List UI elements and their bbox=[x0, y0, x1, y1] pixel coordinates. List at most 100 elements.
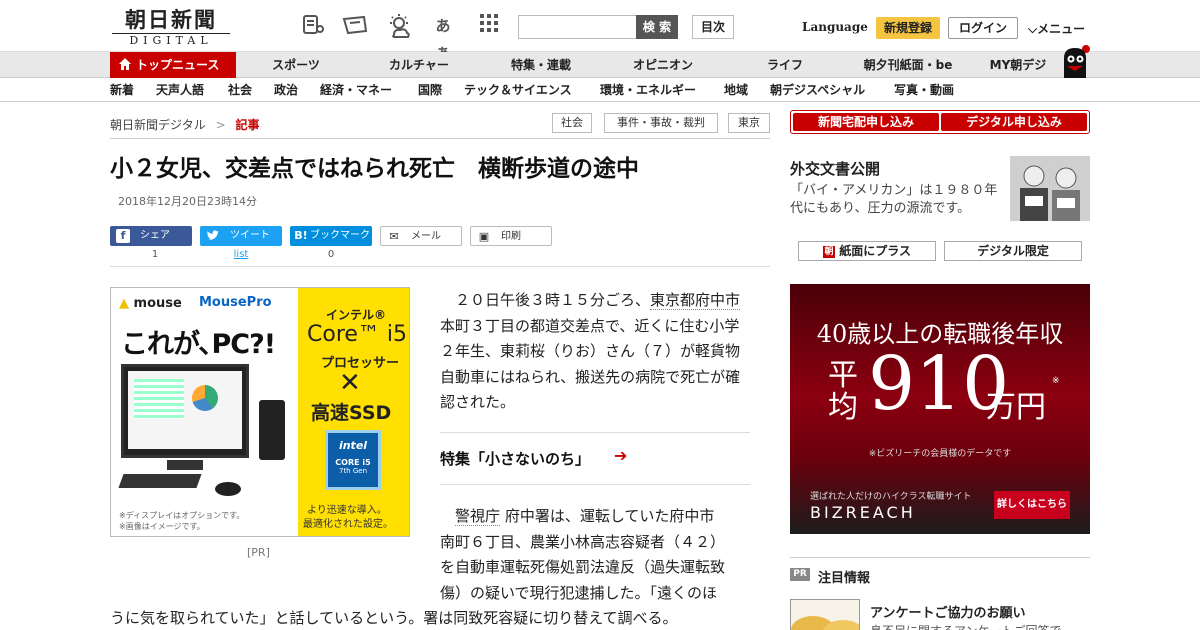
nav2-item[interactable]: 写真・動画 bbox=[894, 79, 954, 102]
ad-core: Core™ i5 bbox=[307, 322, 408, 347]
enquete-thumbnail[interactable] bbox=[790, 599, 860, 630]
register-button[interactable]: 新規登録 bbox=[876, 17, 940, 39]
breadcrumb-separator: > bbox=[215, 118, 226, 132]
p2-line-4: 傷）の疑いで現行犯逮捕した。「遠くのほ bbox=[440, 583, 718, 602]
nav-item-opinion[interactable]: オピニオン bbox=[612, 52, 714, 78]
nav-item-culture[interactable]: カルチャー bbox=[368, 52, 470, 78]
paper-plus-label: 紙面にプラス bbox=[839, 244, 911, 258]
p2-line-1: 警視庁 府中署は、運転していた府中市 bbox=[440, 504, 760, 530]
ad-headline: これが､PC?! bbox=[121, 329, 276, 360]
mail-icon: ✉ bbox=[389, 230, 399, 243]
nav2-item[interactable]: 社会 bbox=[228, 79, 252, 102]
mail-label: メール bbox=[411, 231, 441, 242]
news-icon[interactable] bbox=[300, 13, 326, 39]
logo-jp: 朝日新聞 bbox=[125, 7, 217, 32]
nav2-item[interactable]: 朝デジスペシャル bbox=[770, 79, 865, 102]
ad-brand: ▲ mouse bbox=[119, 296, 182, 311]
nav-item-my[interactable]: MY朝デジ bbox=[980, 52, 1056, 78]
paper-plus-button[interactable]: 朝 紙面にプラス bbox=[798, 241, 936, 261]
enquete-desc[interactable]: 息不足に関するアンケートご回答で bbox=[870, 622, 1062, 630]
bookmark-label: ブックマーク bbox=[310, 230, 370, 241]
login-button[interactable]: ログイン bbox=[948, 17, 1018, 39]
nav2-item[interactable]: 経済・マネー bbox=[320, 79, 392, 102]
article-title: 小２女児、交差点ではねられ死亡 横断歩道の途中 bbox=[110, 156, 639, 182]
article-date: 2018年12月20日23時14分 bbox=[118, 195, 257, 208]
tag-tokyo[interactable]: 東京 bbox=[728, 113, 770, 133]
breadcrumb-current: 記事 bbox=[235, 118, 260, 132]
divider bbox=[440, 484, 750, 485]
nav2-item[interactable]: 政治 bbox=[274, 79, 298, 102]
ad-ssd: 高速SSD bbox=[311, 402, 392, 424]
ad-left-panel: ▲ mouse MousePro これが､PC?! ※ディスプレイはオプションで… bbox=[111, 288, 298, 536]
hatena-bookmark-button[interactable]: B! ブックマーク bbox=[290, 226, 372, 246]
advertisement[interactable]: ▲ mouse MousePro これが､PC?! ※ディスプレイはオプションで… bbox=[110, 287, 410, 537]
link-keishicho[interactable]: 警視庁 bbox=[455, 507, 501, 526]
nav2-item[interactable]: 新着 bbox=[110, 79, 134, 102]
p1-rest: 本町３丁目の都道交差点で、近くに住む小学２年生、東莉桜（りお）さん（７）が軽貨物… bbox=[440, 316, 741, 412]
ad-note2: ※画像はイメージです。 bbox=[119, 522, 205, 531]
paper-icon[interactable] bbox=[342, 13, 368, 39]
diplomatic-docs-photo[interactable] bbox=[1010, 156, 1090, 221]
nav-item-sports[interactable]: スポーツ bbox=[250, 52, 342, 78]
breadcrumb-root[interactable]: 朝日新聞デジタル bbox=[110, 118, 206, 132]
toc-button[interactable]: 目次 bbox=[692, 15, 734, 39]
chip-line2: 7th Gen bbox=[338, 467, 368, 475]
chevron-down-icon: ⌵ bbox=[1028, 22, 1038, 36]
divider bbox=[110, 266, 770, 267]
weather-icon[interactable] bbox=[386, 13, 412, 39]
newspaper-subscribe-button[interactable]: 新聞宅配申し込み bbox=[793, 113, 939, 131]
feature-link[interactable]: 特集「小さないのち」 bbox=[440, 448, 590, 469]
tweet-label: ツイート bbox=[230, 230, 270, 241]
enquete-title[interactable]: アンケートご協力のお願い bbox=[870, 602, 1025, 621]
secondary-nav: 新着 天声人語 社会 政治 経済・マネー 国際 テック＆サイエンス 環境・エネル… bbox=[0, 79, 1200, 102]
nav2-item[interactable]: 国際 bbox=[418, 79, 442, 102]
twitter-icon bbox=[206, 229, 220, 243]
p2-indent bbox=[440, 507, 455, 525]
print-button[interactable]: ▣ 印刷 bbox=[470, 226, 552, 246]
biz-cta-button[interactable]: 詳しくはこちら bbox=[994, 491, 1070, 519]
font-size-icon[interactable]: あぁ bbox=[430, 13, 456, 61]
link-tokyo-fuchu[interactable]: 東京都府中市 bbox=[650, 291, 741, 310]
biz-mark: ※ bbox=[1052, 376, 1060, 386]
tag-incident[interactable]: 事件・事故・裁判 bbox=[604, 113, 718, 133]
mail-button[interactable]: ✉ メール bbox=[380, 226, 462, 246]
diplomatic-docs-title[interactable]: 外交文書公開 bbox=[790, 158, 880, 179]
nav2-item[interactable]: 環境・エネルギー bbox=[600, 79, 696, 102]
tag-society[interactable]: 社会 bbox=[552, 113, 592, 133]
menu-button[interactable]: ⌵メニュー bbox=[1028, 20, 1085, 37]
nav2-item[interactable]: 地域 bbox=[724, 79, 748, 102]
search-input[interactable] bbox=[518, 15, 638, 39]
nav2-item[interactable]: テック＆サイエンス bbox=[464, 79, 572, 102]
nav2-item[interactable]: 天声人語 bbox=[156, 79, 204, 102]
biz-brand: BIZREACH bbox=[810, 503, 916, 522]
ad-pie bbox=[192, 385, 218, 411]
article-paragraph-1: ２０日午後３時１５分ごろ、東京都府中市 本町３丁目の都道交差点で、近くに住む小学… bbox=[440, 288, 750, 416]
bizreach-advertisement[interactable]: 40歳以上の転職後年収 平均 910 万円 ※ ※ビズリーチの会員様のデータです… bbox=[790, 284, 1090, 534]
diplomatic-docs-desc[interactable]: 「バイ・アメリカン」は１９８０年代にもあり、圧力の源流です。 bbox=[790, 182, 1004, 218]
print-icon: ▣ bbox=[478, 230, 490, 243]
digital-only-button[interactable]: デジタル限定 bbox=[944, 241, 1082, 261]
print-label: 印刷 bbox=[501, 231, 521, 242]
arrow-right-icon[interactable]: ➔ bbox=[614, 446, 627, 465]
ad-spreadsheet bbox=[134, 379, 184, 419]
language-link[interactable]: Language bbox=[802, 20, 868, 34]
nav-item-features[interactable]: 特集・連載 bbox=[490, 52, 592, 78]
ad-brand-text: mouse bbox=[133, 296, 182, 311]
tweet-list-link[interactable]: list bbox=[200, 249, 282, 260]
mouse-logo-icon: ▲ bbox=[119, 296, 129, 311]
facebook-icon: f bbox=[116, 229, 130, 243]
facebook-share-button[interactable]: f シェア bbox=[110, 226, 192, 246]
site-logo[interactable]: 朝日新聞 DIGITAL bbox=[112, 8, 230, 48]
home-icon bbox=[118, 57, 132, 71]
nav-item-paper[interactable]: 朝夕刊紙面・be bbox=[852, 52, 964, 78]
mascot-icon bbox=[1058, 44, 1092, 78]
ad-monitor-image bbox=[121, 364, 249, 458]
search-button[interactable]: 検 索 bbox=[636, 15, 678, 39]
digital-subscribe-button[interactable]: デジタル申し込み bbox=[941, 113, 1087, 131]
paper-plus-icon: 朝 bbox=[823, 245, 836, 258]
tweet-button[interactable]: ツイート bbox=[200, 226, 282, 246]
nav-item-life[interactable]: ライフ bbox=[734, 52, 836, 78]
ad-tagline2: 最適化された設定。 bbox=[303, 519, 393, 530]
subscribe-box: 新聞宅配申し込み デジタル申し込み bbox=[790, 110, 1090, 134]
grid-icon[interactable] bbox=[476, 13, 502, 39]
